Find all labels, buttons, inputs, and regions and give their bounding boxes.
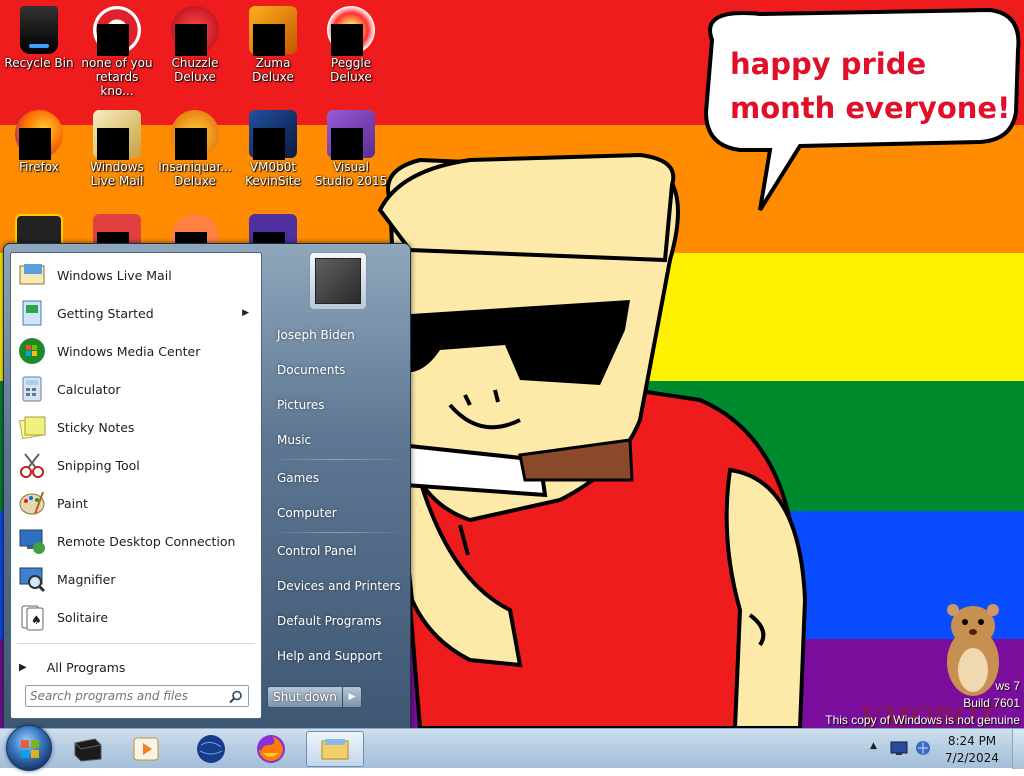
search-icon[interactable] bbox=[228, 689, 244, 705]
solitaire-icon: ♠ bbox=[15, 600, 49, 634]
link-control-panel[interactable]: Control Panel bbox=[269, 536, 407, 566]
search-input[interactable] bbox=[30, 688, 220, 704]
shutdown-button[interactable]: Shut down bbox=[267, 686, 343, 708]
desktop-icon-file[interactable]: none of you retards kno... bbox=[78, 2, 156, 98]
taskbar-explorer[interactable] bbox=[306, 731, 364, 767]
divider bbox=[270, 459, 404, 460]
link-computer[interactable]: Computer bbox=[269, 498, 407, 528]
shortcut-icon bbox=[249, 110, 297, 160]
zuma-icon bbox=[249, 6, 297, 56]
program-getting-started[interactable]: Getting Started ▶ bbox=[13, 295, 259, 331]
search-box[interactable] bbox=[25, 685, 249, 707]
media-center-icon bbox=[15, 334, 49, 368]
peggle-icon bbox=[327, 6, 375, 56]
program-calculator[interactable]: Calculator bbox=[13, 371, 259, 407]
windows-logo-icon bbox=[21, 740, 39, 758]
media-player-icon bbox=[133, 737, 159, 761]
speech-bubble-text: happy pride month everyone! bbox=[730, 47, 1011, 125]
desktop-icon-peggle[interactable]: Peggle Deluxe bbox=[312, 2, 390, 84]
submenu-arrow-icon: ▶ bbox=[242, 308, 249, 318]
firefox-icon bbox=[15, 110, 63, 160]
calculator-icon bbox=[15, 372, 49, 406]
start-button[interactable] bbox=[6, 725, 52, 771]
mail-icon bbox=[93, 110, 141, 160]
user-picture[interactable] bbox=[309, 252, 367, 310]
clock-time[interactable]: 8:24 PM bbox=[940, 734, 1004, 748]
program-snipping-tool[interactable]: Snipping Tool bbox=[13, 447, 259, 483]
desktop-icon-zuma[interactable]: Zuma Deluxe bbox=[234, 2, 312, 84]
globe-icon bbox=[197, 735, 225, 763]
desktop-icon-insaniquarium[interactable]: Insaniquar... Deluxe bbox=[156, 106, 234, 188]
chuzzle-icon bbox=[171, 6, 219, 56]
start-menu: Windows Live Mail Getting Started ▶ Wind… bbox=[3, 243, 411, 729]
desktop-icon-recycle-bin[interactable]: Recycle Bin bbox=[0, 2, 78, 70]
action-center-icon[interactable] bbox=[890, 740, 908, 756]
taskbar-browser[interactable] bbox=[182, 731, 240, 767]
link-music[interactable]: Music bbox=[269, 425, 407, 455]
program-sticky-notes[interactable]: Sticky Notes bbox=[13, 409, 259, 445]
triangle-right-icon: ▶ bbox=[19, 661, 27, 673]
program-solitaire[interactable]: ♠ Solitaire bbox=[13, 599, 259, 635]
show-hidden-icons-button[interactable]: ▲ bbox=[870, 741, 877, 751]
divider bbox=[17, 643, 255, 644]
snipping-tool-icon bbox=[15, 448, 49, 482]
link-documents[interactable]: Documents bbox=[269, 355, 407, 385]
link-devices-printers[interactable]: Devices and Printers bbox=[269, 571, 407, 601]
desktop-icon-kevinsite[interactable]: VM0b0t KevinSite bbox=[234, 106, 312, 188]
desktop-icon-windows-live-mail[interactable]: Windows Live Mail bbox=[78, 106, 156, 188]
program-remote-desktop[interactable]: Remote Desktop Connection bbox=[13, 523, 259, 559]
taskbar: ▲ 8:24 PM 7/2/2024 bbox=[0, 725, 1024, 771]
getting-started-icon bbox=[15, 296, 49, 330]
taskbar-firefox[interactable] bbox=[242, 731, 300, 767]
link-games[interactable]: Games bbox=[269, 463, 407, 493]
program-paint[interactable]: Paint bbox=[13, 485, 259, 521]
insaniquarium-icon bbox=[171, 110, 219, 160]
link-help-support[interactable]: Help and Support bbox=[269, 641, 407, 671]
desktop-icon-firefox[interactable]: Firefox bbox=[0, 106, 78, 174]
show-desktop-button[interactable] bbox=[1012, 729, 1024, 769]
file-icon bbox=[93, 6, 141, 56]
program-magnifier[interactable]: Magnifier bbox=[13, 561, 259, 597]
desktop-icon-visual-studio[interactable]: Visual Studio 2015 bbox=[312, 106, 390, 188]
visual-studio-icon bbox=[327, 110, 375, 160]
program-windows-live-mail[interactable]: Windows Live Mail bbox=[13, 257, 259, 293]
link-user-folder[interactable]: Joseph Biden bbox=[269, 320, 407, 350]
triangle-right-icon: ▶ bbox=[348, 692, 356, 702]
link-default-programs[interactable]: Default Programs bbox=[269, 606, 407, 636]
network-icon[interactable] bbox=[914, 739, 932, 757]
link-pictures[interactable]: Pictures bbox=[269, 390, 407, 420]
firefox-icon bbox=[257, 735, 285, 763]
terminal-icon bbox=[74, 738, 102, 762]
mail-icon bbox=[15, 258, 49, 292]
program-windows-media-center[interactable]: Windows Media Center bbox=[13, 333, 259, 369]
start-menu-programs-pane: Windows Live Mail Getting Started ▶ Wind… bbox=[10, 252, 262, 719]
taskbar-terminal[interactable] bbox=[58, 731, 116, 767]
sticky-notes-icon bbox=[15, 410, 49, 444]
divider bbox=[270, 532, 404, 533]
taskbar-media-player[interactable] bbox=[118, 731, 176, 767]
svg-text:♠: ♠ bbox=[31, 613, 42, 627]
all-programs-button[interactable]: ▶ All Programs bbox=[19, 656, 257, 678]
clock-date[interactable]: 7/2/2024 bbox=[940, 751, 1004, 765]
windows-watermark: ws 7 Build 7601 This copy of Windows is … bbox=[825, 679, 1020, 727]
magnifier-icon bbox=[15, 562, 49, 596]
shutdown-options-button[interactable]: ▶ bbox=[342, 686, 362, 708]
remote-desktop-icon bbox=[15, 524, 49, 558]
folder-icon bbox=[321, 739, 349, 760]
recycle-bin-icon bbox=[15, 6, 63, 54]
paint-icon bbox=[15, 486, 49, 520]
desktop-icon-chuzzle[interactable]: Chuzzle Deluxe bbox=[156, 2, 234, 84]
